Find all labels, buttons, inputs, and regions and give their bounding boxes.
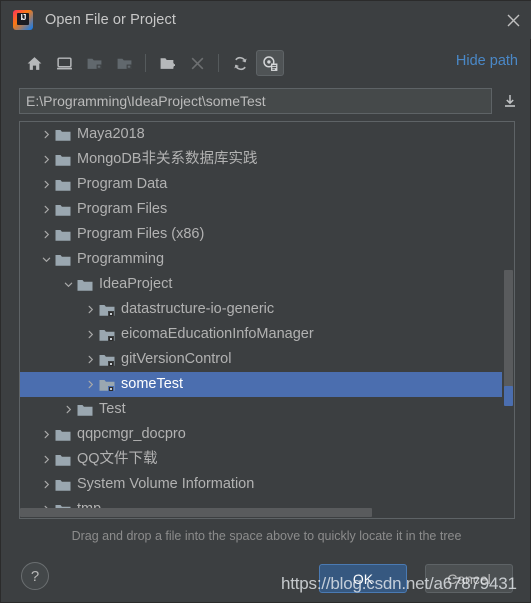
tree-row-label: datastructure-io-generic: [121, 301, 275, 317]
folder-icon: [54, 472, 72, 497]
folder-icon: [54, 222, 72, 247]
download-path-icon[interactable]: [500, 91, 520, 111]
chevron-right-icon[interactable]: [38, 197, 54, 222]
tree-row[interactable]: Test: [20, 397, 514, 422]
hide-path-link[interactable]: Hide path: [456, 53, 518, 69]
path-row: [1, 86, 531, 116]
tree-row[interactable]: System Volume Information: [20, 472, 514, 497]
tree-row-label: IdeaProject: [99, 276, 173, 292]
tree-row-label: qqpcmgr_docpro: [77, 426, 186, 442]
drag-drop-hint: Drag and drop a file into the space abov…: [71, 529, 462, 543]
title-bar: IJ Open File or Project: [1, 1, 531, 39]
tree-row-label: System Volume Information: [77, 476, 255, 492]
chevron-right-icon[interactable]: [60, 397, 76, 422]
file-tree-panel[interactable]: Maya2018 MongoDB非关系数据库实践 Program Data Progr…: [19, 121, 515, 519]
chevron-right-icon[interactable]: [38, 447, 54, 472]
delete-icon[interactable]: [183, 50, 211, 76]
chevron-right-icon[interactable]: [82, 297, 98, 322]
module-folder-icon: [98, 347, 116, 372]
tree-row[interactable]: Programming: [20, 247, 514, 272]
refresh-icon[interactable]: [226, 50, 254, 76]
tree-row-label: MongoDB非关系数据库实践: [77, 151, 258, 167]
chevron-right-icon[interactable]: [82, 347, 98, 372]
folder-icon: [76, 397, 94, 422]
close-icon[interactable]: [500, 7, 526, 33]
chevron-right-icon[interactable]: [82, 372, 98, 397]
toolbar-separator-1: [145, 54, 146, 72]
folder-icon: [54, 247, 72, 272]
tree-row[interactable]: QQ文件下载: [20, 447, 514, 472]
project-folder-icon[interactable]: [80, 50, 108, 76]
vertical-scrollbar-thumb[interactable]: [504, 270, 513, 395]
cancel-button[interactable]: Cancel: [425, 564, 513, 593]
tree-row[interactable]: datastructure-io-generic: [20, 297, 514, 322]
tree-row-label: someTest: [121, 376, 184, 392]
chevron-right-icon[interactable]: [38, 472, 54, 497]
tree-row-label: Program Data: [77, 176, 168, 192]
folder-icon: [54, 447, 72, 472]
chevron-right-icon[interactable]: [38, 222, 54, 247]
chevron-right-icon[interactable]: [38, 147, 54, 172]
new-folder-icon[interactable]: [153, 50, 181, 76]
tree-row-label: QQ文件下载: [77, 451, 158, 467]
tree-row-label: Maya2018: [77, 126, 145, 142]
tree-row[interactable]: someTest: [20, 372, 514, 397]
chevron-down-icon[interactable]: [38, 247, 54, 272]
intellij-idea-icon: IJ: [13, 10, 33, 30]
chevron-down-icon[interactable]: [60, 272, 76, 297]
vertical-scrollbar-marker: [504, 386, 513, 406]
module-folder-icon: [98, 297, 116, 322]
horizontal-scrollbar-thumb[interactable]: [20, 508, 372, 517]
tree-row-label: eicomaEducationInfoManager: [121, 326, 314, 342]
tree-row-label: gitVersionControl: [121, 351, 232, 367]
chevron-right-icon[interactable]: [38, 172, 54, 197]
tree-row[interactable]: Maya2018: [20, 122, 514, 147]
ok-button[interactable]: OK: [319, 564, 407, 593]
module-folder-icon: [98, 372, 116, 397]
toolbar: Hide path: [1, 43, 531, 83]
open-file-or-project-dialog: IJ Open File or Project Hide path E:\Pro…: [0, 0, 531, 603]
tree-row[interactable]: MongoDB非关系数据库实践: [20, 147, 514, 172]
tree-row[interactable]: Program Files: [20, 197, 514, 222]
folder-icon: [54, 172, 72, 197]
tree-row[interactable]: qqpcmgr_docpro: [20, 422, 514, 447]
home-icon[interactable]: [20, 50, 48, 76]
window-title: Open File or Project: [45, 12, 176, 28]
folder-icon: [54, 147, 72, 172]
tree-row[interactable]: eicomaEducationInfoManager: [20, 322, 514, 347]
folder-icon: [54, 197, 72, 222]
tree-row-label: Program Files: [77, 201, 168, 217]
desktop-icon[interactable]: [50, 50, 78, 76]
vertical-scrollbar[interactable]: [502, 122, 514, 518]
chevron-right-icon[interactable]: [82, 322, 98, 347]
file-tree: Maya2018 MongoDB非关系数据库实践 Program Data Progr…: [20, 122, 514, 518]
tree-row[interactable]: Program Files (x86): [20, 222, 514, 247]
show-hidden-files-icon[interactable]: [256, 50, 284, 76]
tree-row-label: Program Files (x86): [77, 226, 205, 242]
chevron-right-icon[interactable]: [38, 122, 54, 147]
folder-icon: [54, 122, 72, 147]
module-folder-icon: [98, 322, 116, 347]
tree-row[interactable]: IdeaProject: [20, 272, 514, 297]
tree-row-label: Programming: [77, 251, 165, 267]
folder-icon: [54, 422, 72, 447]
path-input[interactable]: [19, 88, 492, 114]
chevron-right-icon[interactable]: [38, 422, 54, 447]
help-button[interactable]: ?: [21, 562, 49, 590]
tree-row[interactable]: Program Data: [20, 172, 514, 197]
folder-icon: [76, 272, 94, 297]
tree-row[interactable]: gitVersionControl: [20, 347, 514, 372]
tree-row-label: Test: [99, 401, 126, 417]
toolbar-separator-2: [218, 54, 219, 72]
module-folder-icon[interactable]: [110, 50, 138, 76]
